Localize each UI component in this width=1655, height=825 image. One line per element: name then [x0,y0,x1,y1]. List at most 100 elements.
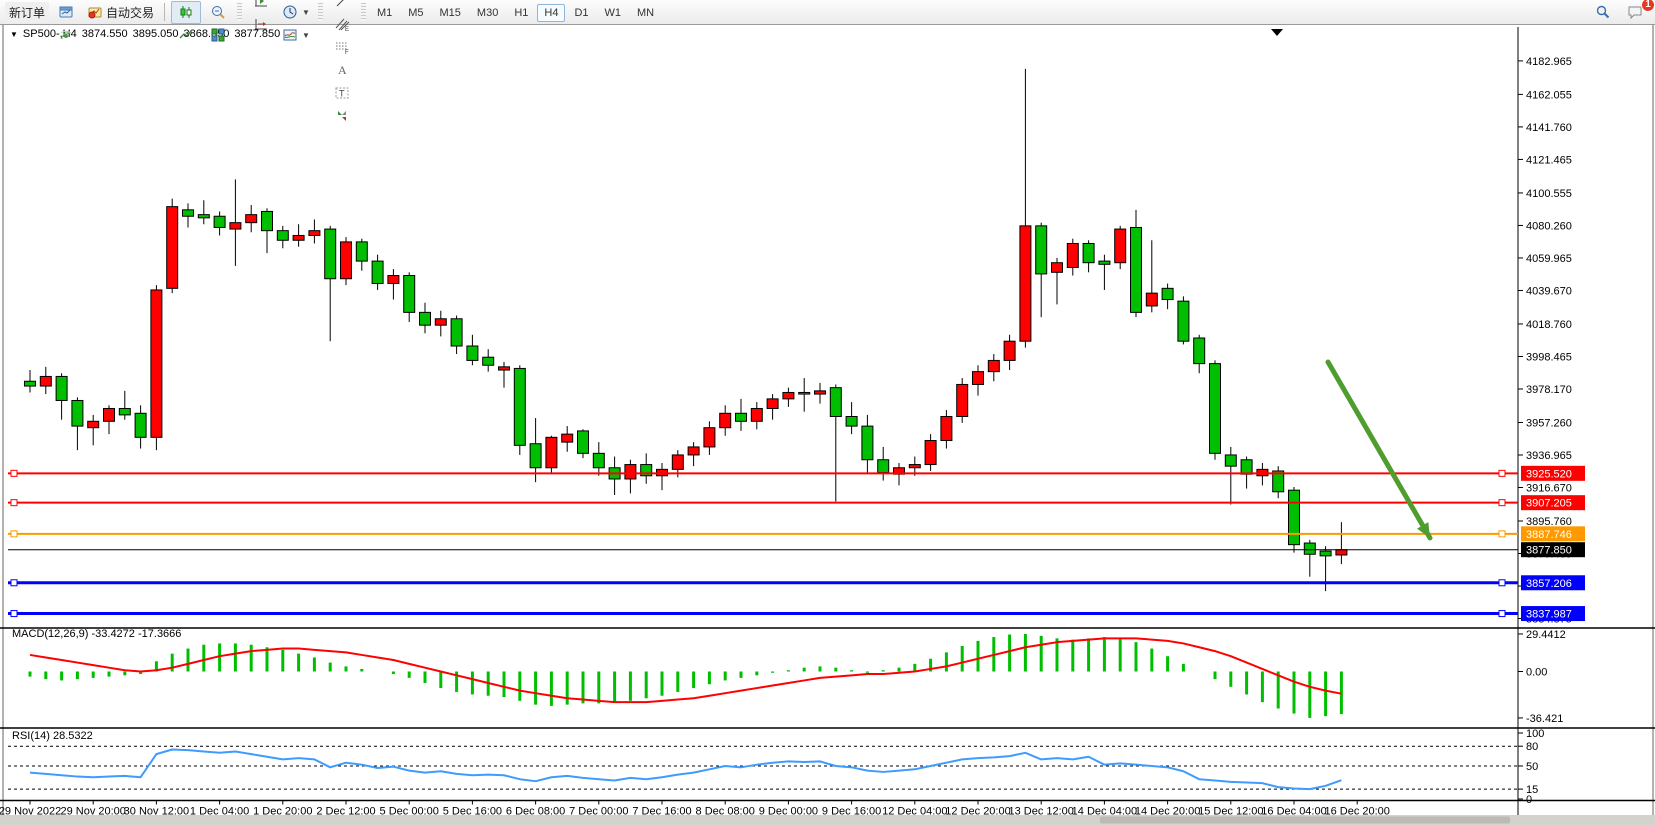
candle-body [672,455,683,469]
candle-body [1131,227,1142,312]
toolbar-separator [164,3,165,21]
candle-body [704,428,715,447]
pivot-orange-handle[interactable] [11,531,17,537]
candle-body [309,231,320,236]
svg-text:T: T [339,88,345,98]
support-2-handle[interactable] [11,611,17,617]
dropdown-caret-icon: ▼ [302,31,310,40]
support-1-handle[interactable] [11,580,17,586]
market-watch-button[interactable] [51,1,81,24]
macd-tick-label: 0.00 [1526,667,1547,679]
support-1-handle[interactable] [1499,580,1505,586]
candle-body [1099,261,1110,264]
time-tick-label: 7 Dec 00:00 [569,806,628,818]
chart-background[interactable] [0,25,1655,815]
timeframe-m15-button[interactable]: M15 [433,4,468,22]
chart-shift-icon [253,0,269,9]
chart-canvas[interactable]: 4182.9654162.0554141.7604121.4654100.555… [0,25,1655,825]
resistance-2-handle[interactable] [1499,500,1505,506]
candle-body [925,441,936,465]
signal-button[interactable] [51,24,81,47]
templates-button[interactable]: ▼ [278,24,314,47]
time-tick-label: 1 Dec 04:00 [190,806,249,818]
candle-body [862,426,873,460]
periods-button[interactable]: ▼ [278,1,314,24]
fibonacci-button[interactable]: F [327,35,357,58]
macd-label: MACD(12,26,9) -33.4272 -17.3666 [12,628,181,640]
time-tick-label: 8 Dec 08:00 [696,806,755,818]
price-tick-label: 3957.260 [1526,417,1572,429]
timeframe-h4-button[interactable]: H4 [537,4,565,22]
candle-body [815,391,826,394]
candle-body [1004,341,1015,360]
resistance-1-price-label: 3925.520 [1526,468,1572,480]
candle-body [1083,243,1094,262]
candle-body [1146,293,1157,306]
pivot-orange-handle[interactable] [1499,531,1505,537]
candle-body [372,261,383,283]
auto-scroll-button[interactable] [246,12,276,35]
candle-body [467,346,478,360]
candle-body [546,437,557,467]
search-button[interactable] [1588,1,1618,24]
text-label-button[interactable]: T [327,81,357,104]
resistance-2-handle[interactable] [11,500,17,506]
time-tick-label: 9 Dec 00:00 [759,806,818,818]
candle-body [1320,551,1331,556]
tile-windows-button[interactable] [203,24,233,47]
message-badge: 1 [1641,0,1655,12]
resistance-1-handle[interactable] [11,470,17,476]
market-watch-icon [58,4,74,20]
arrows-button[interactable] [327,104,357,127]
rsi-label: RSI(14) 28.5322 [12,730,93,742]
candle-body [135,413,146,437]
time-tick-label: 5 Dec 00:00 [380,806,439,818]
ohlc-open: 3874.550 [82,28,128,40]
candle-body [783,392,794,398]
candle-body [578,431,589,453]
candle-body [1241,460,1252,474]
rsi-value: 28.5322 [53,730,93,742]
channel-button[interactable]: E [327,12,357,35]
candle-body [973,372,984,385]
timeframe-m30-button[interactable]: M30 [470,4,505,22]
timeframe-h1-button[interactable]: H1 [507,4,535,22]
line-chart-button[interactable] [171,24,201,47]
zoom-out-button[interactable] [203,1,233,24]
candle-body [451,319,462,346]
scrollbar-thumb[interactable] [1100,817,1510,824]
candle-body [767,399,778,409]
tile-windows-icon [210,27,226,43]
support-2-handle[interactable] [1499,611,1505,617]
message-button[interactable]: 1 [1620,1,1650,24]
candle-body [25,381,36,386]
candle-body [1336,550,1347,555]
chart-shift-button[interactable] [246,0,276,12]
price-tick-label: 3998.465 [1526,351,1572,363]
svg-text:F: F [345,50,349,55]
new-order-button[interactable]: 新订单 [5,2,49,23]
candle-body [720,413,731,427]
resistance-1-handle[interactable] [1499,470,1505,476]
candle-body [957,384,968,416]
auto-trading-label: 自动交易 [106,4,154,21]
time-tick-label: 16 Dec 04:00 [1261,806,1326,818]
time-tick-label: 30 Nov 12:00 [124,806,189,818]
auto-trading-button[interactable]: 自动交易 [83,1,158,24]
svg-text:E: E [345,27,349,32]
timeframe-m5-button[interactable]: M5 [401,4,430,22]
timeframe-w1-button[interactable]: W1 [598,4,629,22]
timeframe-d1-button[interactable]: D1 [567,4,595,22]
text-button[interactable]: A [327,58,357,81]
price-tick-label: 4141.760 [1526,122,1572,134]
timeframe-m1-button[interactable]: M1 [370,4,399,22]
timeframe-mn-button[interactable]: MN [630,4,661,22]
candle-body [514,368,525,445]
candlestick-button[interactable] [171,1,201,24]
trendline-button[interactable] [327,0,357,12]
collapse-triangle-icon[interactable]: ▼ [10,30,18,39]
search-icon [1595,4,1611,20]
candle-body [151,290,162,437]
candle-body [262,211,273,230]
candle-body [625,465,636,479]
